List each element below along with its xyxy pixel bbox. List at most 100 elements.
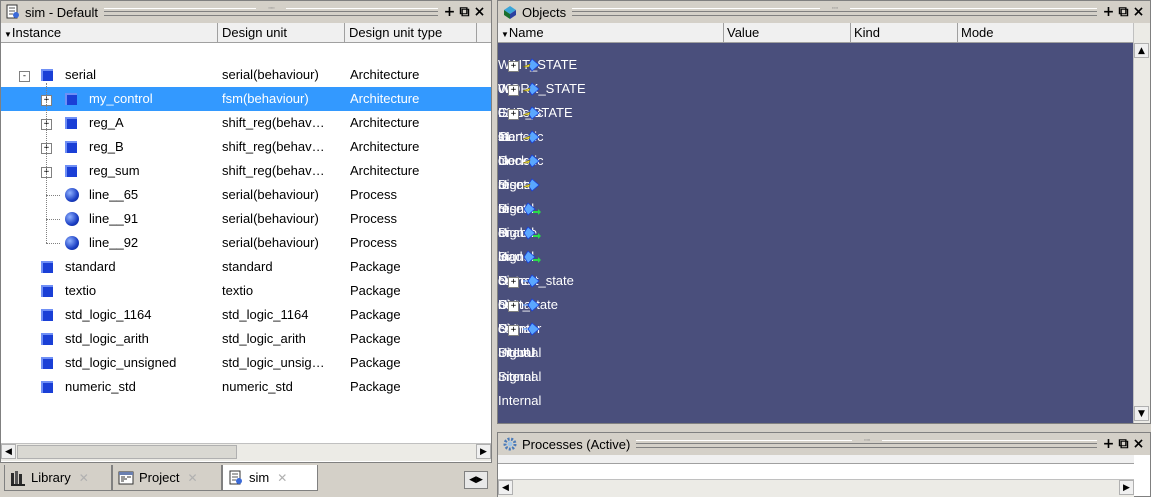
expand-icon[interactable]: +	[508, 325, 519, 336]
close-button[interactable]: ×	[472, 4, 487, 20]
object-row[interactable]: + counter UUUU Signal Internal	[498, 317, 1134, 408]
tab-sim[interactable]: sim ✕	[222, 465, 318, 491]
processes-column-header-clipped	[498, 455, 1134, 464]
add-pane-button[interactable]: +	[442, 4, 457, 20]
tree-row[interactable]: + my_control fsm(behaviour) Architecture	[1, 87, 491, 111]
object-row[interactable]: start U Signal In	[498, 125, 1134, 216]
scroll-left-button[interactable]: ◀	[498, 480, 513, 495]
column-value[interactable]: Value	[724, 23, 851, 42]
process-ball-icon	[65, 236, 79, 250]
scroll-left-button[interactable]: ◀	[1, 444, 16, 459]
tab-scroll-buttons[interactable]: ◀▶	[464, 471, 488, 489]
undock-button[interactable]: ⧉	[1116, 4, 1131, 20]
tree-connector	[46, 219, 60, 220]
expand-icon[interactable]: +	[508, 109, 519, 120]
processes-pane-drag-grip[interactable]: :::::	[636, 437, 1097, 448]
instance-name: reg_sum	[89, 163, 140, 178]
tree-row[interactable]: line__65 serial(behaviour) Process	[1, 183, 491, 207]
close-button[interactable]: ×	[1131, 4, 1146, 20]
design-unit-type: Process	[350, 235, 397, 250]
object-value: UUUU	[498, 345, 536, 360]
package-icon	[41, 333, 53, 345]
processes-hscrollbar[interactable]: ◀ ▶	[498, 479, 1134, 497]
design-unit: textio	[222, 283, 254, 298]
expand-icon[interactable]: +	[508, 85, 519, 96]
close-tab-icon[interactable]: ✕	[277, 471, 287, 485]
close-button[interactable]: ×	[1131, 436, 1146, 452]
scroll-up-button[interactable]: ▲	[1134, 43, 1149, 58]
package-icon	[41, 261, 53, 273]
expand-icon[interactable]: +	[508, 301, 519, 312]
objects-pane-drag-grip[interactable]: :::::	[572, 5, 1097, 16]
close-tab-icon[interactable]: ✕	[187, 471, 197, 485]
expand-icon[interactable]: +	[508, 277, 519, 288]
column-design-unit-type[interactable]: Design unit type	[345, 23, 477, 42]
expand-icon[interactable]: +	[508, 61, 519, 72]
collapse-icon[interactable]: -	[19, 71, 30, 82]
column-name[interactable]: ▼Name	[498, 23, 724, 42]
object-row[interactable]: +next_stateUUSignalInternal	[498, 293, 1134, 384]
tree-row[interactable]: line__91 serial(behaviour) Process	[1, 207, 491, 231]
objects-vscrollbar[interactable]: ▲ ▼	[1133, 23, 1150, 423]
objects-pane-titlebar[interactable]: Objects ::::: + ⧉ ×	[498, 1, 1150, 23]
undock-button[interactable]: ⧉	[457, 4, 472, 20]
object-row[interactable]: + WORK_STATE 01 Generic In	[498, 77, 1134, 168]
scroll-down-button[interactable]: ▼	[1134, 406, 1149, 421]
add-pane-button[interactable]: +	[1101, 4, 1116, 20]
scroll-thumb[interactable]	[17, 445, 237, 459]
tree-row[interactable]: line__92 serial(behaviour) Process	[1, 231, 491, 255]
tab-project-label: Project	[139, 470, 180, 485]
object-row[interactable]: +WAIT_STATE00GenericIn	[498, 53, 1134, 144]
tree-row[interactable]: + reg_sum shift_reg(behav… Architecture	[1, 159, 491, 183]
tree-connector	[46, 243, 60, 244]
tree-row[interactable]: std_logic_unsigned std_logic_unsig… Packag…	[1, 351, 491, 375]
objects-list: +WAIT_STATE00GenericIn+WORK_STATE01Gener…	[498, 43, 1134, 423]
tree-row[interactable]: std_logic_1164 std_logic_1164 Package	[1, 303, 491, 327]
scroll-right-button[interactable]: ▶	[1119, 480, 1134, 495]
close-tab-icon[interactable]: ✕	[79, 471, 89, 485]
design-unit-type: Package	[350, 259, 401, 274]
object-row[interactable]: clock U Signal In	[498, 149, 1134, 240]
column-design-unit[interactable]: Design unit	[218, 23, 345, 42]
objects-icon	[504, 6, 516, 19]
undock-button[interactable]: ⧉	[1116, 436, 1131, 452]
column-kind[interactable]: Kind	[851, 23, 958, 42]
sim-pane-drag-grip[interactable]: :::::	[103, 5, 439, 16]
tab-project[interactable]: Project ✕	[112, 465, 222, 491]
design-unit-type: Architecture	[350, 139, 420, 154]
internal-signal-icon	[523, 322, 540, 336]
tab-sim-label: sim	[249, 470, 270, 485]
instance-name: my_control	[89, 91, 153, 106]
design-unit: serial(behaviour)	[222, 235, 319, 250]
object-row[interactable]: loadUSignalOut	[498, 245, 1134, 336]
design-unit-type: Architecture	[350, 115, 420, 130]
tree-row[interactable]: standard standard Package	[1, 255, 491, 279]
object-row[interactable]: resetn U Signal In	[498, 173, 1134, 264]
add-pane-button[interactable]: +	[1101, 436, 1116, 452]
tab-library[interactable]: Library ✕	[4, 465, 112, 491]
object-row[interactable]: enableUSignalOut	[498, 221, 1134, 312]
object-row[interactable]: +END_STATE11GenericIn	[498, 101, 1134, 192]
scroll-right-button[interactable]: ▶	[476, 444, 491, 459]
column-mode[interactable]: Mode	[958, 23, 1136, 42]
column-instance[interactable]: ▼Instance	[1, 23, 218, 42]
instance-name: reg_B	[89, 139, 124, 154]
sim-hscrollbar[interactable]: ◀ ▶	[1, 443, 491, 461]
instance-name: serial	[65, 67, 97, 82]
tree-row[interactable]: + reg_A shift_reg(behav… Architecture	[1, 111, 491, 135]
instance-name: std_logic_1164	[65, 307, 152, 322]
tree-connector	[46, 195, 60, 196]
tree-row[interactable]: numeric_std numeric_std Package	[1, 375, 491, 399]
tree-row[interactable]: - serial serial(behaviour) Architecture	[1, 63, 491, 87]
design-unit-type: Package	[350, 307, 401, 322]
object-row[interactable]: +current_stateUUSignalInternal	[498, 269, 1134, 360]
entity-icon	[41, 69, 53, 81]
design-unit-type: Architecture	[350, 67, 420, 82]
sim-pane-titlebar[interactable]: sim - Default ::::: + ⧉ ×	[1, 1, 491, 23]
tree-row[interactable]: + reg_B shift_reg(behav… Architecture	[1, 135, 491, 159]
tree-row[interactable]: std_logic_arith std_logic_arith Package	[1, 327, 491, 351]
object-row[interactable]: resetUSignalOut	[498, 197, 1134, 288]
processes-pane-titlebar[interactable]: Processes (Active) ::::: + ⧉ ×	[498, 433, 1150, 455]
tree-row[interactable]: textio textio Package	[1, 279, 491, 303]
design-unit-type: Package	[350, 355, 401, 370]
